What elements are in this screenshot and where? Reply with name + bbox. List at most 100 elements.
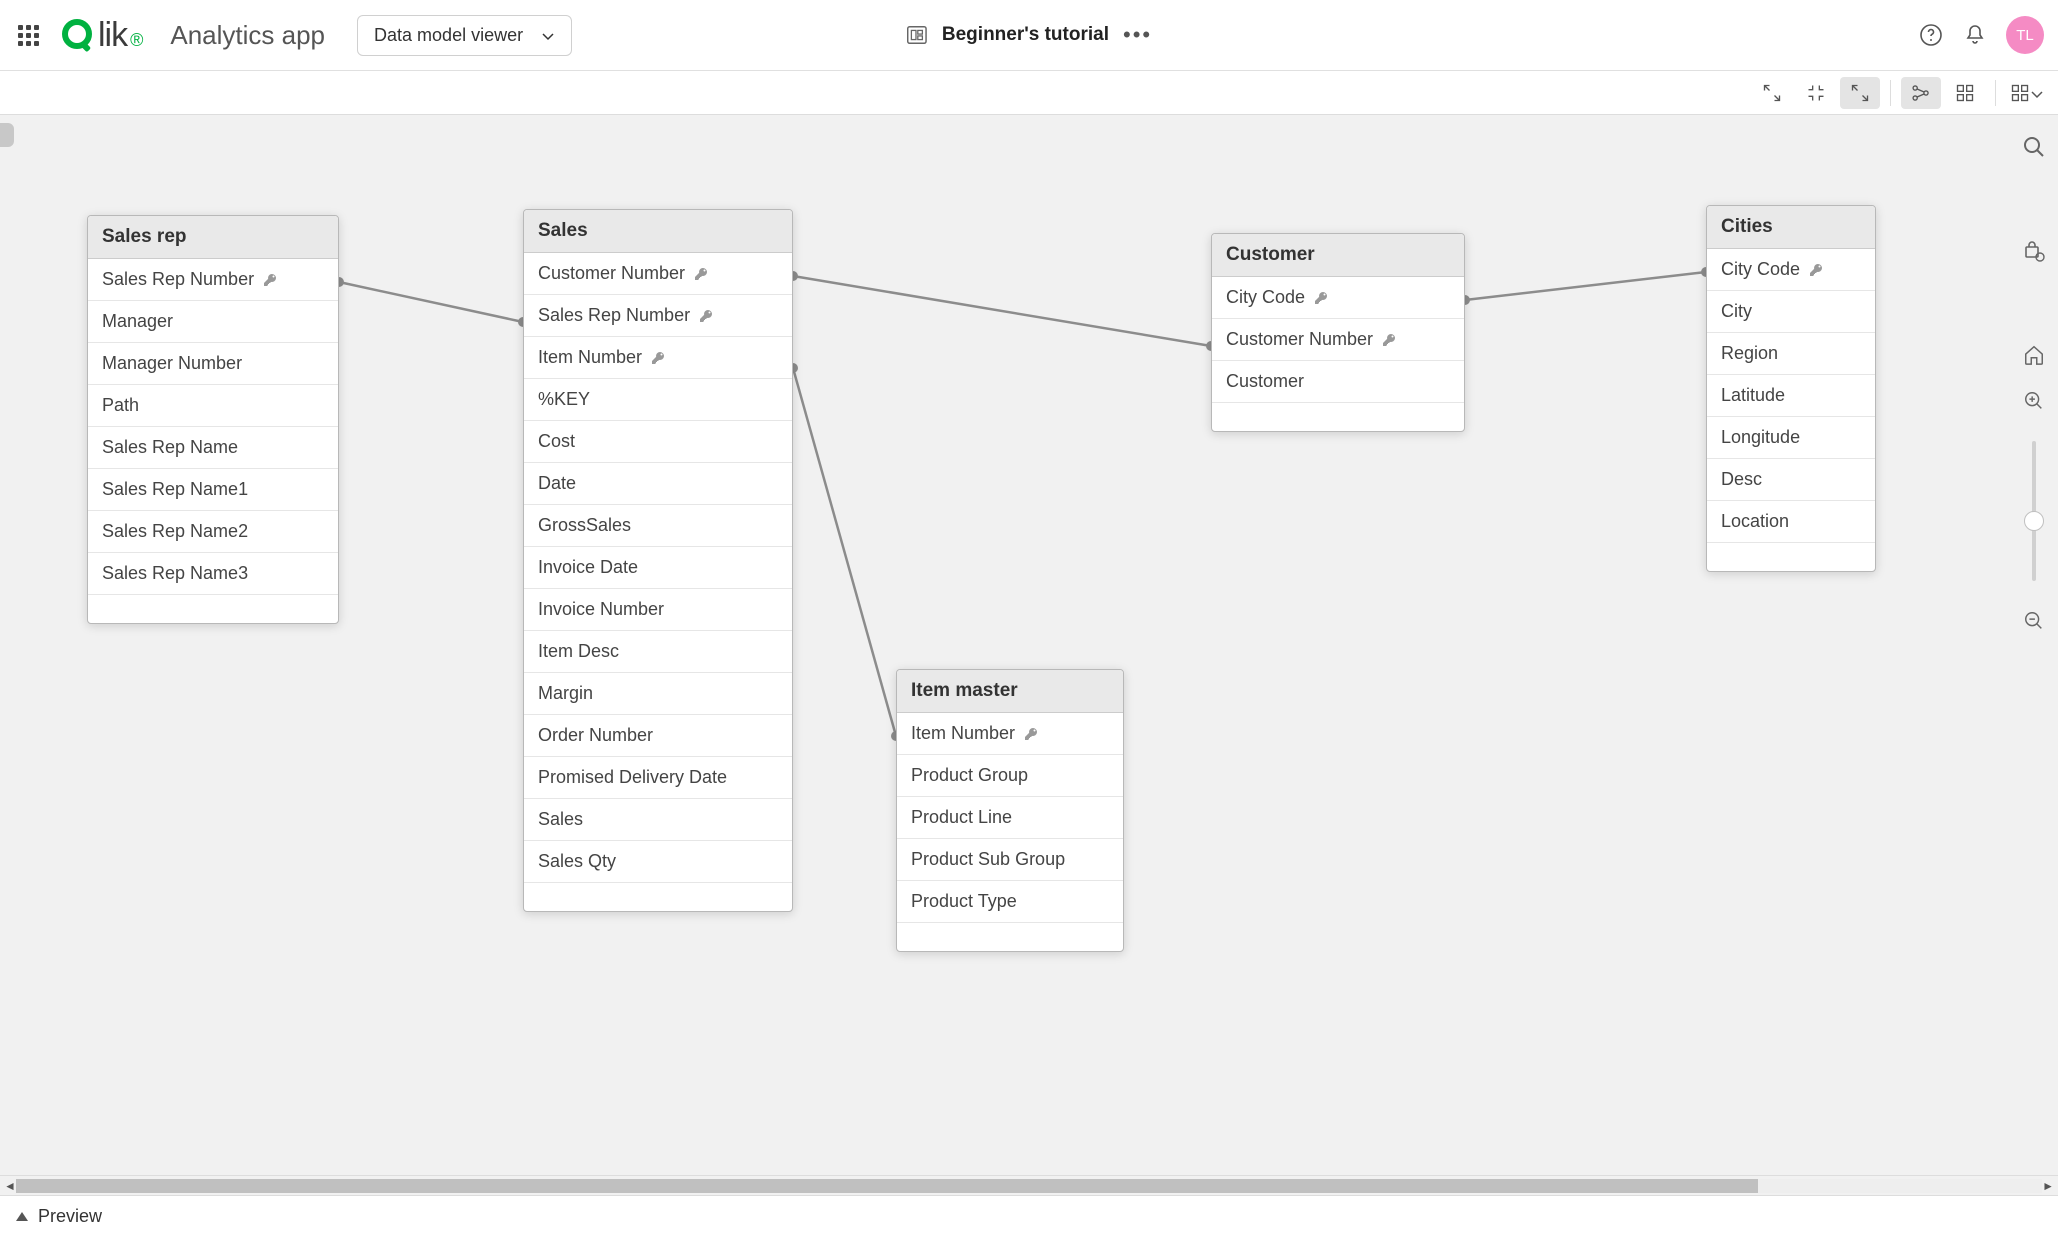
grid-icon	[2010, 83, 2030, 103]
field-row[interactable]: Product Line	[897, 797, 1123, 839]
field-row[interactable]: Invoice Date	[524, 547, 792, 589]
field-label: Margin	[538, 683, 593, 704]
key-icon	[1808, 262, 1824, 278]
zoom-in-button[interactable]	[2020, 387, 2048, 415]
sheet-title[interactable]: Beginner's tutorial	[942, 24, 1109, 46]
zoom-out-button[interactable]	[2020, 607, 2048, 635]
field-row[interactable]: City Code	[1212, 277, 1464, 319]
field-row[interactable]: Margin	[524, 673, 792, 715]
preview-panel-toggle[interactable]: Preview	[0, 1195, 2058, 1237]
scroll-right-arrow[interactable]: ►	[2042, 1179, 2054, 1193]
table-header[interactable]: Cities	[1707, 206, 1875, 249]
collapse-all-button[interactable]	[1752, 77, 1792, 109]
table-customer[interactable]: CustomerCity CodeCustomer NumberCustomer	[1211, 233, 1465, 432]
field-label: Order Number	[538, 725, 653, 746]
table-trailing-space	[1212, 403, 1464, 431]
sheet-title-group: Beginner's tutorial •••	[906, 22, 1152, 48]
table-item_master[interactable]: Item masterItem NumberProduct GroupProdu…	[896, 669, 1124, 952]
table-header[interactable]: Sales rep	[88, 216, 338, 259]
field-row[interactable]: Path	[88, 385, 338, 427]
zoom-slider-handle[interactable]	[2024, 511, 2044, 531]
home-zoom-button[interactable]	[2020, 341, 2048, 369]
field-row[interactable]: Product Group	[897, 755, 1123, 797]
lock-selection-button[interactable]	[2020, 237, 2048, 265]
field-row[interactable]: Invoice Number	[524, 589, 792, 631]
field-label: Desc	[1721, 469, 1762, 490]
table-header[interactable]: Item master	[897, 670, 1123, 713]
field-label: Manager Number	[102, 353, 242, 374]
data-model-canvas[interactable]: Sales rep Sales Rep Number Manager Manager …	[0, 115, 2058, 1175]
field-row[interactable]: Desc	[1707, 459, 1875, 501]
field-row[interactable]: Location	[1707, 501, 1875, 543]
field-row[interactable]: Item Number	[524, 337, 792, 379]
field-row[interactable]: %KEY	[524, 379, 792, 421]
field-label: Sales Rep Name3	[102, 563, 248, 584]
key-icon	[698, 308, 714, 324]
field-row[interactable]: Longitude	[1707, 417, 1875, 459]
top-bar-right: TL	[1918, 16, 2044, 54]
field-row[interactable]: Product Sub Group	[897, 839, 1123, 881]
field-label: Sales Rep Number	[102, 269, 254, 290]
field-row[interactable]: City Code	[1707, 249, 1875, 291]
qlik-logo[interactable]: lik ®	[60, 16, 142, 55]
more-options-button[interactable]: •••	[1123, 22, 1152, 48]
help-button[interactable]	[1918, 22, 1944, 48]
field-row[interactable]: Order Number	[524, 715, 792, 757]
user-avatar[interactable]: TL	[2006, 16, 2044, 54]
canvas-side-tab[interactable]	[0, 123, 14, 147]
table-header[interactable]: Sales	[524, 210, 792, 253]
field-row[interactable]: Sales Rep Number	[524, 295, 792, 337]
horizontal-scrollbar[interactable]: ◄ ►	[0, 1175, 2058, 1195]
chevron-down-icon	[541, 28, 555, 42]
table-cities[interactable]: CitiesCity CodeCity Region Latitude Longitu…	[1706, 205, 1876, 572]
source-view-button[interactable]	[1945, 77, 1985, 109]
table-sales[interactable]: SalesCustomer NumberSales Rep NumberItem…	[523, 209, 793, 912]
view-selector-dropdown[interactable]: Data model viewer	[357, 15, 572, 56]
field-row[interactable]: Item Number	[897, 713, 1123, 755]
field-row[interactable]: Sales Rep Name1	[88, 469, 338, 511]
notifications-button[interactable]	[1962, 22, 1988, 48]
grid-icon	[1955, 83, 1975, 103]
field-row[interactable]: Sales Qty	[524, 841, 792, 883]
field-label: Longitude	[1721, 427, 1800, 448]
scroll-track[interactable]	[16, 1179, 2042, 1193]
field-row[interactable]: Customer Number	[1212, 319, 1464, 361]
table-header[interactable]: Customer	[1212, 234, 1464, 277]
canvas-tools	[2010, 115, 2058, 1175]
field-row[interactable]: Latitude	[1707, 375, 1875, 417]
field-row[interactable]: Customer	[1212, 361, 1464, 403]
field-row[interactable]: Sales	[524, 799, 792, 841]
table-sales_rep[interactable]: Sales rep Sales Rep Number Manager Manager …	[87, 215, 339, 624]
field-row[interactable]: Manager Number	[88, 343, 338, 385]
field-label: City Code	[1226, 287, 1305, 308]
field-row[interactable]: Product Type	[897, 881, 1123, 923]
field-row[interactable]: Customer Number	[524, 253, 792, 295]
scroll-thumb[interactable]	[16, 1179, 1758, 1193]
field-row[interactable]: GrossSales	[524, 505, 792, 547]
reduce-button[interactable]	[1796, 77, 1836, 109]
search-icon	[2022, 135, 2046, 159]
field-row[interactable]: Sales Rep Name	[88, 427, 338, 469]
field-label: Manager	[102, 311, 173, 332]
zoom-slider[interactable]	[2032, 441, 2036, 581]
field-row[interactable]: Sales Rep Name2	[88, 511, 338, 553]
scroll-left-arrow[interactable]: ◄	[4, 1179, 16, 1193]
table-trailing-space	[88, 595, 338, 623]
field-row[interactable]: Region	[1707, 333, 1875, 375]
app-launcher-icon[interactable]	[14, 21, 42, 49]
field-row[interactable]: Date	[524, 463, 792, 505]
field-row[interactable]: Sales Rep Number	[88, 259, 338, 301]
field-row[interactable]: Manager	[88, 301, 338, 343]
field-label: Region	[1721, 343, 1778, 364]
field-row[interactable]: Promised Delivery Date	[524, 757, 792, 799]
expand-all-button[interactable]	[1840, 77, 1880, 109]
internal-view-button[interactable]	[1901, 77, 1941, 109]
field-row[interactable]: Item Desc	[524, 631, 792, 673]
field-row[interactable]: City	[1707, 291, 1875, 333]
field-label: Sales	[538, 809, 583, 830]
layout-menu-button[interactable]	[2006, 77, 2048, 109]
field-row[interactable]: Cost	[524, 421, 792, 463]
search-button[interactable]	[2020, 133, 2048, 161]
field-row[interactable]: Sales Rep Name3	[88, 553, 338, 595]
table-trailing-space	[1707, 543, 1875, 571]
